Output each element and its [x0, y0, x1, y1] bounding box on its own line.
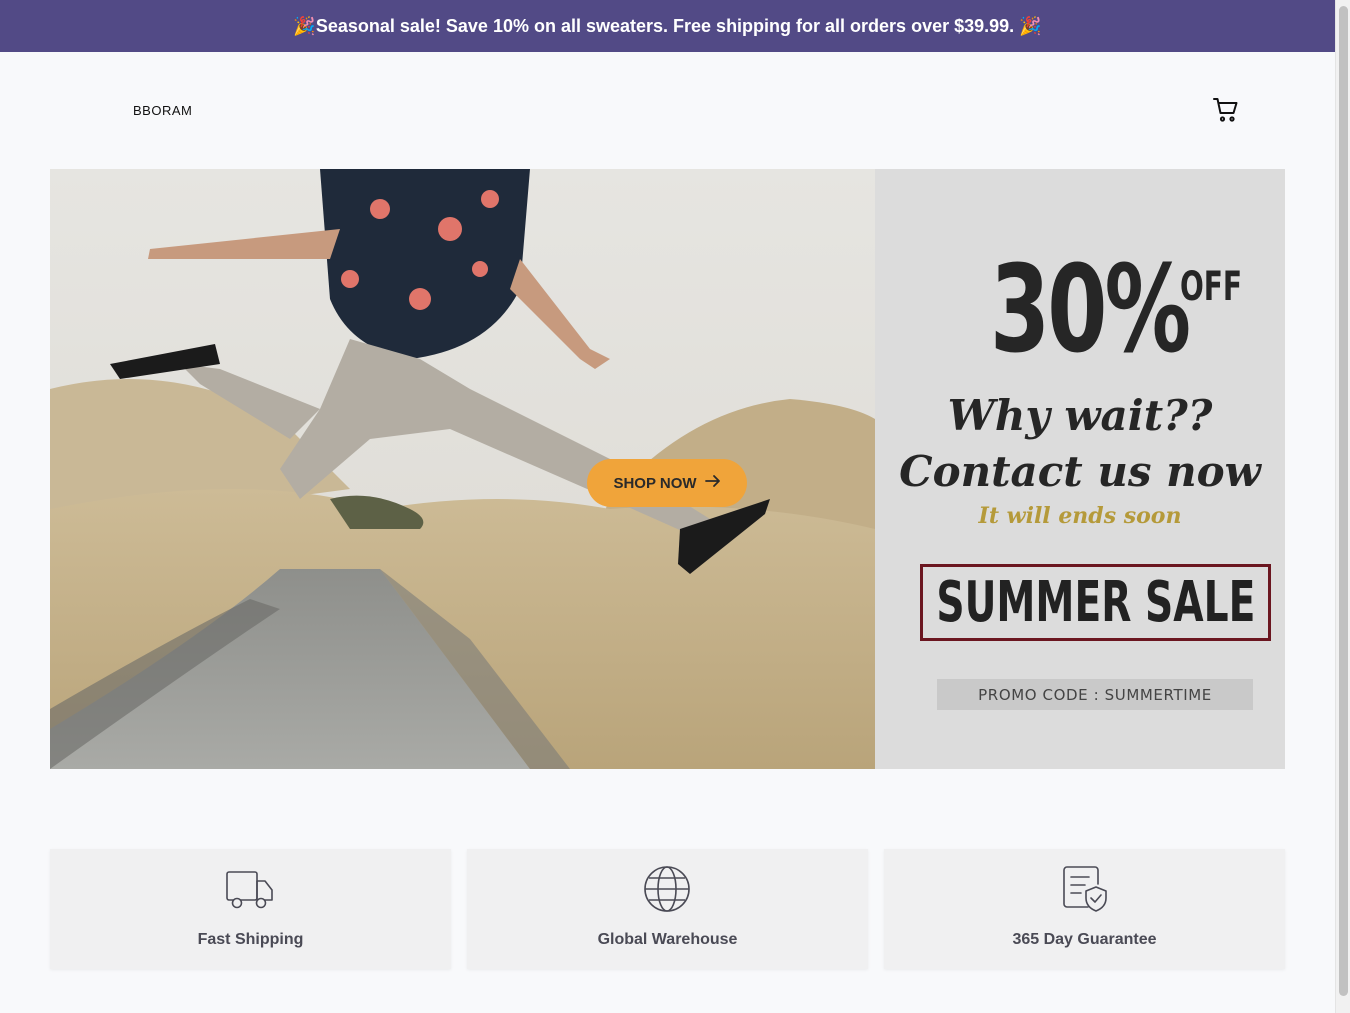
feature-label: 365 Day Guarantee: [1012, 931, 1157, 948]
features-row: Fast Shipping Global Warehouse 365 Day G…: [50, 849, 1285, 969]
page-scrollbar[interactable]: [1335, 0, 1350, 1013]
feature-global-warehouse: Global Warehouse: [467, 849, 868, 969]
cart-icon[interactable]: [1212, 96, 1240, 124]
feature-365-day-guarantee: 365 Day Guarantee: [884, 849, 1285, 969]
summer-sale-box: SUMMER SALE: [920, 564, 1271, 641]
promo-panel: 30% OFF Why wait?? Contact us now It wil…: [875, 169, 1285, 769]
promo-tagline: It will ends soon: [978, 503, 1182, 529]
site-header: BBORAM: [0, 52, 1335, 169]
summer-sale-title: SUMMER SALE: [935, 570, 1256, 635]
promo-headline-1: Why wait??: [947, 391, 1213, 440]
announcement-text: 🎉Seasonal sale! Save 10% on all sweaters…: [293, 15, 1042, 36]
discount-off-label: OFF: [1180, 264, 1243, 310]
announcement-bar: 🎉Seasonal sale! Save 10% on all sweaters…: [0, 0, 1335, 52]
promo-headline-2: Contact us now: [899, 447, 1261, 496]
feature-fast-shipping: Fast Shipping: [50, 849, 451, 969]
globe-icon: [641, 863, 693, 915]
feature-label: Global Warehouse: [597, 931, 738, 948]
shield-check-icon: [1058, 863, 1110, 915]
scrollbar-thumb[interactable]: [1339, 6, 1348, 996]
arrow-right-icon: [704, 474, 721, 492]
feature-label: Fast Shipping: [197, 931, 304, 948]
promo-code: PROMO CODE : SUMMERTIME: [937, 679, 1253, 710]
discount-percent: 30%: [990, 241, 1191, 380]
shop-now-label: SHOP NOW: [613, 474, 697, 492]
truck-icon: [224, 863, 276, 915]
hero-photo: [50, 169, 875, 769]
brand-logo[interactable]: BBORAM: [133, 103, 192, 118]
shop-now-button[interactable]: SHOP NOW: [587, 459, 747, 507]
